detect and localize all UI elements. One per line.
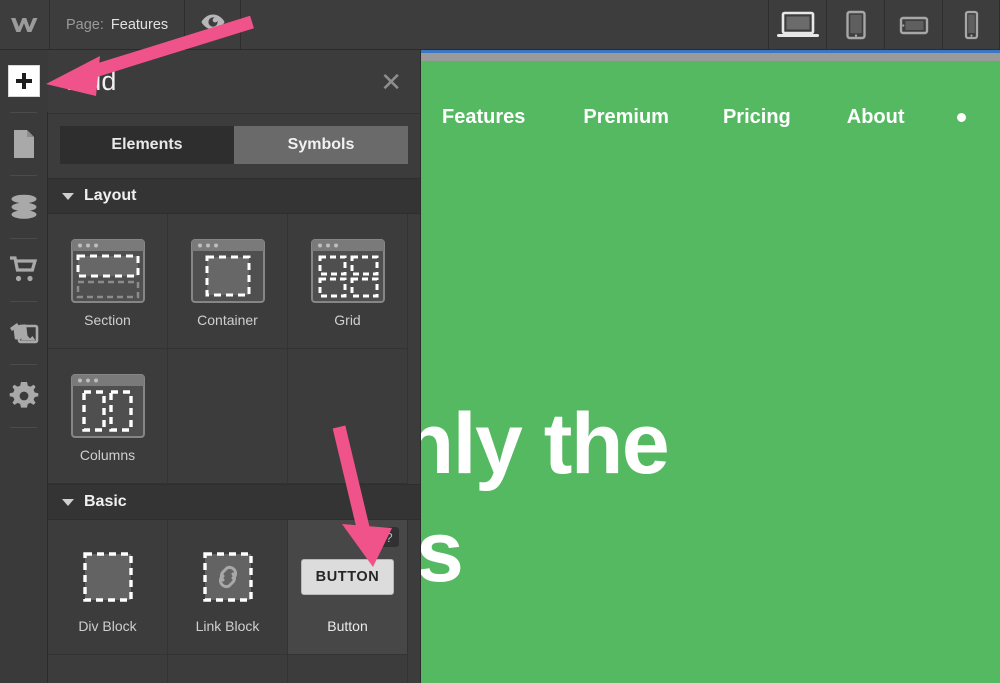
top-bar-spacer — [241, 0, 768, 49]
page-indicator[interactable]: Page: Features — [50, 0, 186, 49]
hero-line-3: s — [421, 606, 1000, 683]
category-header-basic[interactable]: Basic — [48, 484, 420, 520]
element-container[interactable]: Container — [168, 214, 288, 349]
chevron-down-icon — [62, 498, 74, 506]
device-tablet-landscape-button[interactable] — [884, 0, 942, 49]
element-section[interactable]: Section — [48, 214, 168, 349]
element-button[interactable]: ? BUTTON Button — [288, 520, 408, 655]
tab-symbols[interactable]: Symbols — [234, 126, 408, 164]
basic-row-1: Div Block Link Block ? BUTTON Button — [48, 520, 420, 655]
design-canvas[interactable]: Features Premium Pricing About t only th… — [421, 50, 1000, 683]
sidebar-item-ecommerce[interactable] — [0, 239, 47, 301]
chevron-down-icon — [62, 192, 74, 200]
grid-icon — [310, 236, 386, 306]
category-label: Basic — [84, 493, 127, 510]
div-block-icon — [78, 542, 138, 612]
left-rail — [0, 50, 48, 683]
element-link-block[interactable]: Link Block — [168, 520, 288, 655]
webflow-designer: Page: Features Add ✕ Elements Symbols La… — [0, 0, 1000, 683]
plus-icon — [9, 66, 39, 96]
layout-row-1: Section Container Grid — [48, 214, 420, 349]
nav-link-premium[interactable]: Premium — [583, 106, 669, 129]
shopping-cart-icon — [9, 256, 39, 284]
element-grid[interactable]: Grid — [288, 214, 408, 349]
sidebar-item-cms[interactable] — [0, 176, 47, 238]
device-mobile-button[interactable] — [942, 0, 1000, 49]
preview-toggle-button[interactable] — [185, 0, 242, 49]
close-icon[interactable]: ✕ — [380, 69, 402, 95]
category-header-layout[interactable]: Layout — [48, 178, 420, 214]
element-columns[interactable]: Columns — [48, 349, 168, 484]
sidebar-item-pages[interactable] — [0, 113, 47, 175]
top-bar: Page: Features — [0, 0, 1000, 50]
element-label: Section — [84, 312, 131, 328]
link-block-icon — [198, 542, 258, 612]
panel-tabs: Elements Symbols — [48, 114, 420, 178]
element-div-block[interactable]: Div Block — [48, 520, 168, 655]
add-button[interactable] — [0, 50, 48, 112]
columns-icon — [70, 371, 146, 441]
database-icon — [9, 194, 39, 220]
device-tablet-button[interactable] — [826, 0, 884, 49]
add-panel: Add ✕ Elements Symbols Layout Section Co… — [48, 50, 421, 683]
element-label: Columns — [79, 447, 136, 463]
sidebar-item-settings[interactable] — [0, 365, 47, 427]
hero-line-2: eals — [421, 503, 464, 600]
element-label: Container — [197, 312, 258, 328]
element-label: Button — [327, 618, 368, 634]
container-icon — [190, 236, 266, 306]
add-panel-header: Add ✕ — [48, 50, 420, 114]
eye-icon — [200, 13, 226, 36]
element-cell-empty — [48, 655, 168, 683]
tablet-landscape-icon — [897, 13, 931, 37]
category-label: Layout — [84, 187, 137, 204]
device-switcher — [768, 0, 1000, 49]
element-cell-empty — [288, 655, 408, 683]
canvas-top-bar — [421, 53, 1000, 61]
desktop-icon — [776, 10, 820, 40]
hero-headline: t only the eals s — [421, 391, 1000, 683]
nav-link-features[interactable]: Features — [442, 106, 525, 129]
layout-row-2: Columns — [48, 349, 420, 484]
dot-icon[interactable] — [956, 113, 966, 122]
button-art-label: BUTTON — [300, 559, 395, 595]
button-icon: BUTTON — [300, 542, 395, 612]
device-desktop-button[interactable] — [768, 0, 826, 49]
media-library-icon — [9, 320, 39, 346]
tablet-icon — [841, 10, 871, 40]
nav-link-about[interactable]: About — [847, 106, 905, 129]
element-cell-empty — [168, 655, 288, 683]
element-label: Div Block — [78, 618, 137, 634]
hero-line-1: t only the — [421, 396, 670, 492]
nav-link-pricing[interactable]: Pricing — [723, 106, 791, 129]
webflow-logo-icon — [10, 14, 40, 36]
panel-title: Add — [68, 66, 117, 96]
basic-row-2 — [48, 655, 420, 683]
section-icon — [70, 236, 146, 306]
page-name: Features — [110, 16, 169, 33]
element-cell-empty — [168, 349, 288, 484]
page-icon — [12, 129, 36, 159]
help-badge[interactable]: ? — [379, 527, 399, 547]
element-cell-empty — [288, 349, 408, 484]
tab-elements[interactable]: Elements — [60, 126, 234, 164]
site-navbar: Features Premium Pricing About — [421, 106, 1000, 129]
webflow-logo-button[interactable] — [0, 0, 50, 49]
mobile-icon — [959, 10, 983, 40]
website-preview: Features Premium Pricing About t only th… — [421, 61, 1000, 683]
element-label: Grid — [334, 312, 361, 328]
gear-icon — [9, 381, 39, 411]
rail-divider — [10, 427, 37, 428]
page-label: Page: — [66, 16, 104, 33]
element-label: Link Block — [195, 618, 260, 634]
sidebar-item-assets[interactable] — [0, 302, 47, 364]
